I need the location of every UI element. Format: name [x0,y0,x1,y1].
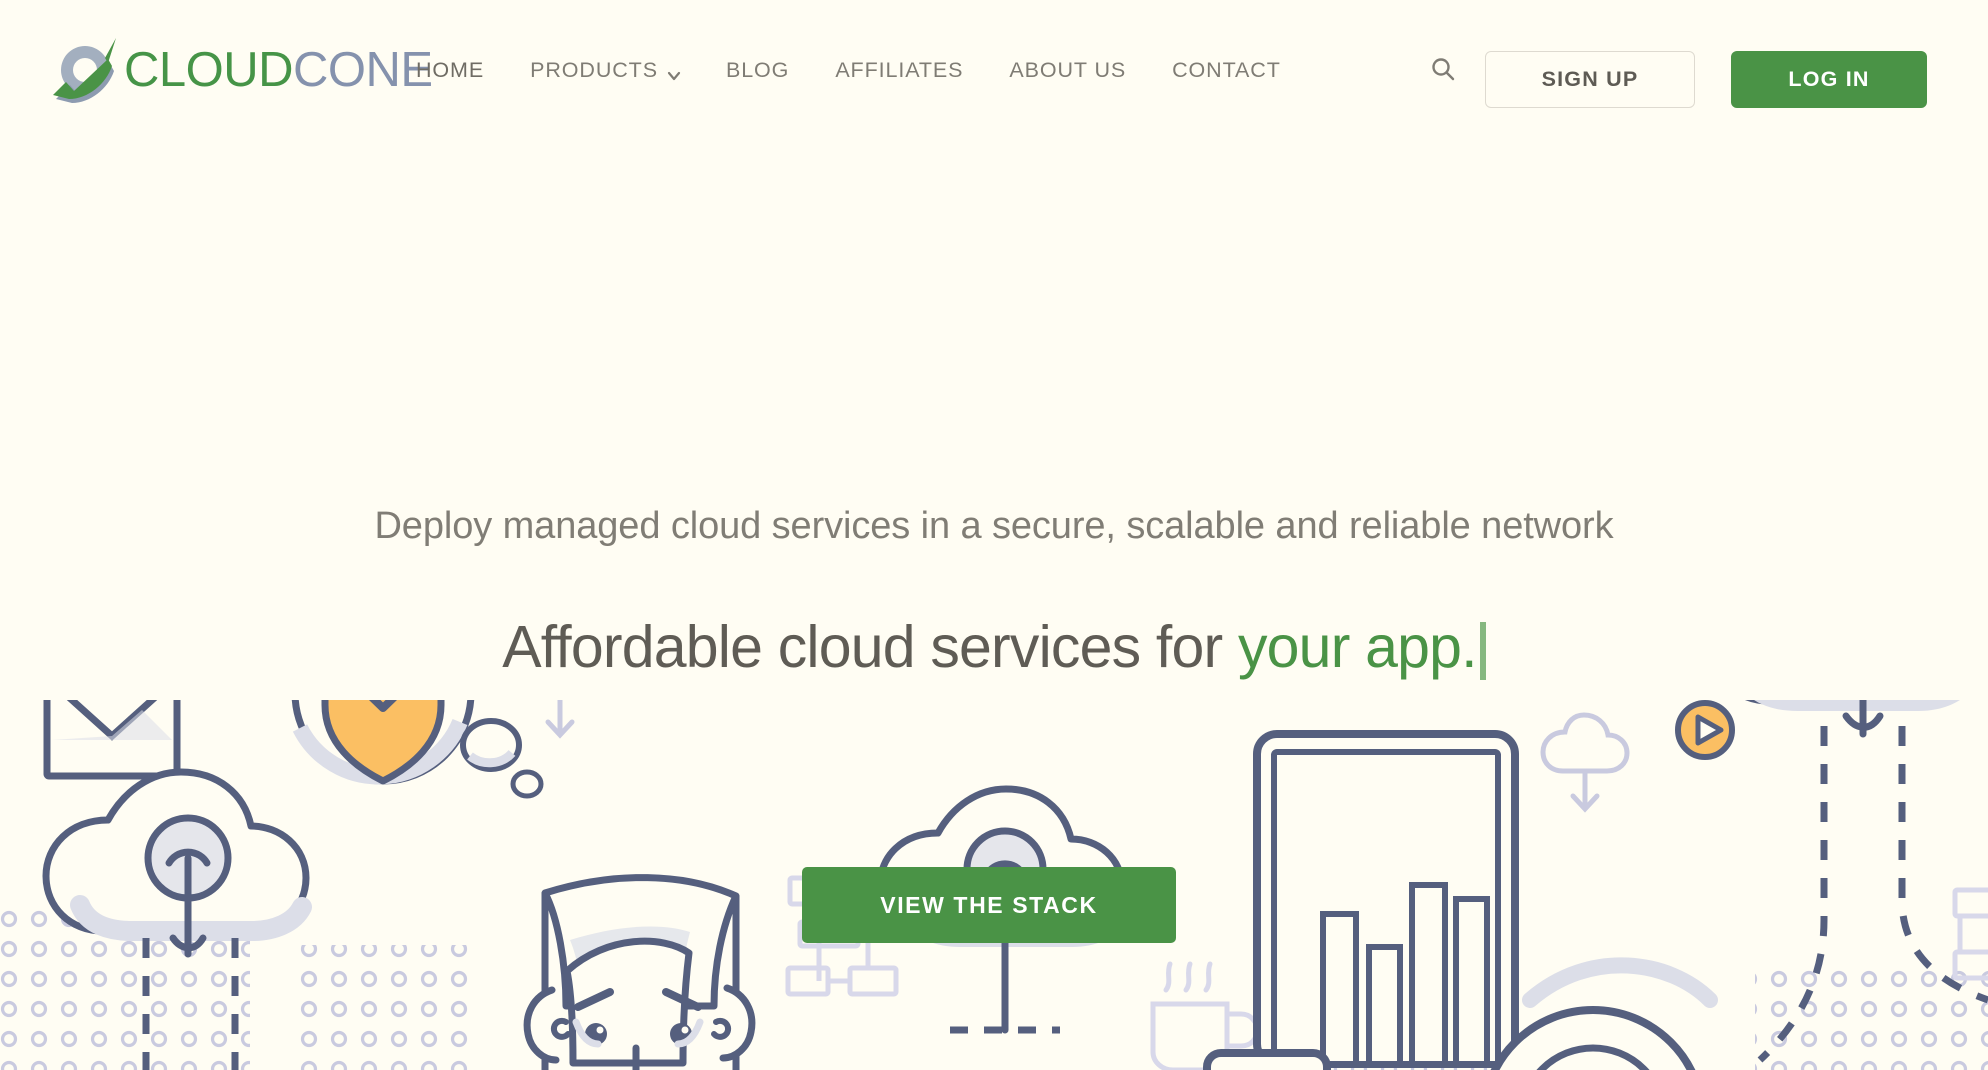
hero-title-lead: Affordable cloud services for [502,614,1238,680]
nav-item-label: HOME [416,57,485,82]
view-the-stack-button[interactable]: VIEW THE STACK [802,867,1176,943]
nav-item-contact[interactable]: CONTACT [1149,58,1304,83]
typing-cursor [1479,622,1486,680]
nav-item-label: ABOUT US [1009,57,1127,82]
logo[interactable]: CLOUDCONE [48,30,433,110]
nav-item-label: AFFILIATES [835,57,964,82]
nav-item-label: BLOG [725,57,790,82]
cloudcone-landing-page: Deploy managed cloud services in a secur… [0,0,1988,1070]
hero-title-accent: your app. [1237,614,1478,680]
nav-item-products[interactable]: PRODUCTS [507,58,703,83]
chevron-down-icon [667,64,681,80]
sign-up-button[interactable]: SIGN UP [1485,51,1695,108]
search-button[interactable] [1418,0,1468,140]
nav-item-about-us[interactable]: ABOUT US [986,58,1149,83]
logo-text: CLOUDCONE [124,42,433,97]
site-header: CLOUDCONE HOME PRODUCTS BLOG AFFILIATES … [0,0,1988,140]
logo-text-cloud: CLOUD [124,42,294,97]
hero-section: Deploy managed cloud services in a secur… [0,0,1988,1070]
nav-item-home[interactable]: HOME [393,58,507,83]
page-title: Affordable cloud services for your app. [0,613,1988,681]
hero-subtitle: Deploy managed cloud services in a secur… [374,505,1614,547]
cloudcone-swoosh-logo-icon [53,38,116,103]
log-in-button[interactable]: LOG IN [1731,51,1927,108]
search-icon [1430,56,1456,85]
nav-item-label: PRODUCTS [530,57,658,82]
nav-item-label: CONTACT [1172,57,1281,82]
main-navigation: HOME PRODUCTS BLOG AFFILIATES ABOUT US C… [393,0,1304,140]
nav-item-affiliates[interactable]: AFFILIATES [812,58,986,83]
nav-item-blog[interactable]: BLOG [703,58,812,83]
